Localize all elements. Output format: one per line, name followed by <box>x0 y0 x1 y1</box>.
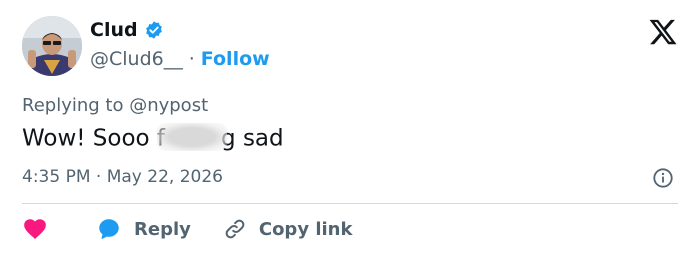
tweet-text-end: g sad <box>221 125 284 152</box>
separator-dot: · <box>188 48 195 70</box>
author-handle-row: @Clud6__ · Follow <box>90 48 270 70</box>
tweet-embed: Clud @Clud6__ · Follow Replying to @nypo… <box>0 0 700 256</box>
author-handle[interactable]: @Clud6__ <box>90 48 183 70</box>
like-button[interactable] <box>22 216 48 242</box>
tweet-text-start: Wow! Sooo f <box>22 125 166 152</box>
x-logo-icon[interactable] <box>648 17 678 47</box>
reply-context: Replying to @nypost <box>22 95 209 116</box>
reply-button[interactable]: Reply <box>96 216 191 242</box>
author-name-row: Clud <box>90 19 164 41</box>
reply-label: Reply <box>134 218 191 240</box>
tweet-timestamp[interactable]: 4:35 PM · May 22, 2026 <box>22 167 223 187</box>
follow-button[interactable]: Follow <box>201 48 270 70</box>
link-icon <box>223 217 247 241</box>
heart-icon <box>22 216 48 242</box>
info-icon[interactable] <box>652 167 674 189</box>
copy-link-button[interactable]: Copy link <box>223 217 353 241</box>
tweet-actions: Reply Copy link <box>22 216 352 242</box>
verified-badge-icon <box>144 20 164 40</box>
tweet-text: Wow! Sooo f g sad <box>22 123 284 153</box>
censored-blur <box>157 123 228 151</box>
avatar[interactable] <box>22 16 82 76</box>
speech-bubble-icon <box>96 216 122 242</box>
copy-link-label: Copy link <box>258 218 353 240</box>
author-display-name[interactable]: Clud <box>90 19 138 41</box>
divider <box>22 203 678 204</box>
